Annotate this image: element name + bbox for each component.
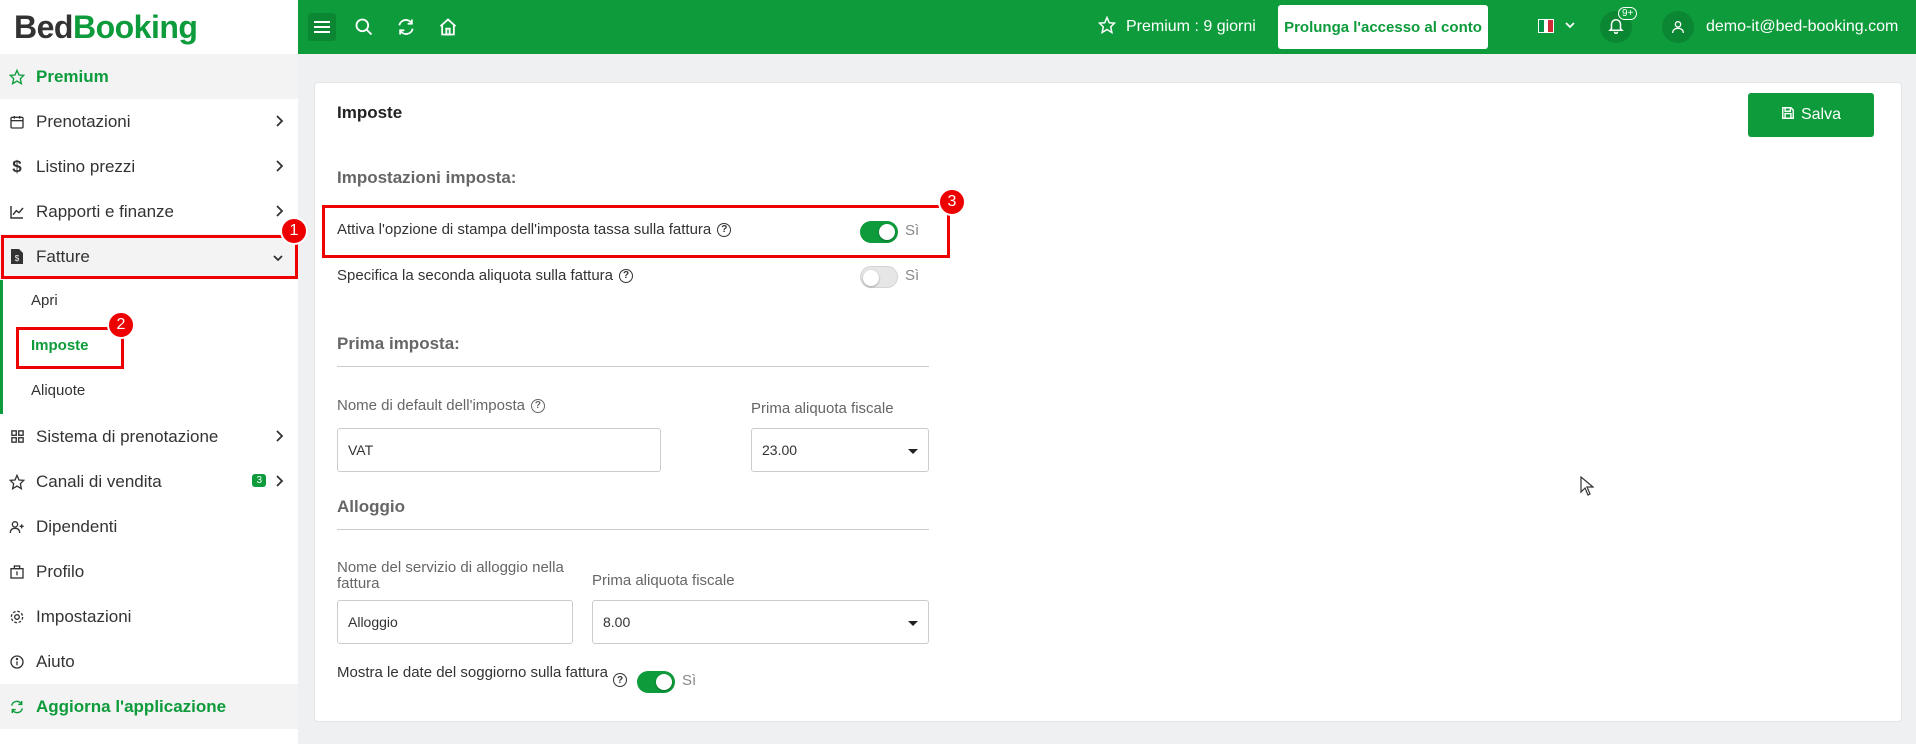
building-icon	[8, 563, 26, 581]
show-dates-label: Mostra le date del soggiorno sulla fattu…	[337, 664, 608, 681]
sidebar-item-label: Impostazioni	[36, 606, 132, 626]
submenu-item-apri[interactable]: Apri	[31, 292, 58, 309]
sidebar-item-profilo[interactable]: Profilo	[0, 549, 298, 594]
app-logo[interactable]: Bed Booking	[0, 0, 298, 54]
chevron-right-icon	[274, 113, 284, 133]
premium-days-text: Premium : 9 giorni	[1126, 18, 1256, 35]
user-plus-icon	[8, 518, 26, 536]
annotation-badge-1: 1	[280, 217, 308, 245]
second-rate-toggle-text: Sì	[905, 267, 920, 284]
sidebar-item-label: Sistema di prenotazione	[36, 426, 219, 446]
sidebar: Bed Booking Premium Prenotazioni $ Listin…	[0, 0, 298, 744]
sidebar-item-label: Rapporti e finanze	[36, 201, 174, 221]
sidebar-item-label: Canali di vendita	[36, 471, 162, 491]
sidebar-item-label: Dipendenti	[36, 516, 118, 536]
refresh-icon	[8, 698, 26, 716]
default-tax-name-label-text: Nome di default dell'imposta	[337, 397, 525, 414]
mouse-cursor-icon	[1580, 475, 1595, 501]
sidebar-item-impostazioni[interactable]: Impostazioni	[0, 594, 298, 639]
notification-count-badge: 9+	[1618, 7, 1638, 20]
user-email: demo-it@bed-booking.com	[1706, 18, 1899, 35]
language-selector[interactable]	[1538, 17, 1576, 35]
chart-icon	[8, 203, 26, 221]
sidebar-item-label: Listino prezzi	[36, 156, 136, 176]
chevron-down-icon	[1564, 17, 1576, 35]
sidebar-item-aiuto[interactable]: Aiuto	[0, 639, 298, 684]
sidebar-item-dipendenti[interactable]: Dipendenti	[0, 504, 298, 549]
chevron-right-icon	[274, 428, 284, 448]
dollar-icon: $	[12, 156, 22, 176]
grid-icon	[8, 428, 26, 446]
notifications-button[interactable]: 9+	[1600, 7, 1638, 43]
chevron-right-icon	[274, 473, 284, 493]
sidebar-item-label: Profilo	[36, 561, 85, 581]
annotation-badge-3: 3	[938, 188, 966, 216]
submenu-item-aliquote[interactable]: Aliquote	[31, 382, 85, 399]
sidebar-item-aggiorna[interactable]: Aggiorna l'applicazione	[0, 684, 298, 729]
accommodation-service-label: Nome del servizio di alloggio nella fatt…	[337, 559, 564, 592]
annotation-box-1	[1, 235, 298, 279]
help-icon[interactable]: ?	[530, 398, 545, 413]
save-button[interactable]: Salva	[1748, 93, 1874, 137]
sidebar-item-premium[interactable]: Premium	[0, 54, 298, 99]
accommodation-rate-select[interactable]: 8.00	[592, 600, 929, 644]
help-icon[interactable]: ?	[619, 268, 634, 283]
sidebar-item-label: Premium	[36, 66, 109, 86]
annotation-box-2	[16, 327, 124, 369]
calendar-icon	[8, 113, 26, 131]
tax-settings-heading: Impostazioni imposta:	[337, 168, 517, 187]
menu-icon[interactable]	[308, 13, 336, 41]
accommodation-rate-label: Prima aliquota fiscale	[592, 572, 735, 589]
divider	[337, 529, 929, 530]
gear-icon	[8, 608, 26, 626]
user-icon	[1662, 11, 1694, 43]
top-bar: Premium : 9 giorni Prolunga l'accesso al…	[298, 0, 1916, 54]
refresh-icon[interactable]	[392, 13, 420, 41]
logo-text-booking: Booking	[72, 8, 198, 45]
second-rate-label-text: Specifica la seconda aliquota sulla fatt…	[337, 267, 614, 284]
show-dates-toggle[interactable]	[637, 671, 675, 693]
channels-count-badge: 3	[252, 474, 266, 487]
default-tax-name-label: Nome di default dell'imposta ?	[337, 397, 545, 414]
star-outline-icon	[1097, 15, 1117, 39]
default-tax-name-input[interactable]: VAT	[337, 428, 661, 472]
extend-account-button[interactable]: Prolunga l'accesso al conto	[1278, 5, 1488, 49]
first-rate-label: Prima aliquota fiscale	[751, 400, 894, 417]
sidebar-item-label: Aiuto	[36, 651, 75, 671]
taxes-card: Imposte Salva Impostazioni imposta: Atti…	[314, 82, 1902, 722]
divider	[337, 366, 929, 367]
search-icon[interactable]	[350, 13, 378, 41]
info-icon	[8, 653, 26, 671]
annotation-badge-2: 2	[107, 311, 135, 339]
star-outline-icon	[8, 473, 26, 491]
sidebar-item-canali-vendita[interactable]: Canali di vendita 3	[0, 459, 298, 504]
sidebar-item-listino-prezzi[interactable]: $ Listino prezzi	[0, 144, 298, 189]
accommodation-heading: Alloggio	[337, 497, 405, 516]
first-tax-heading: Prima imposta:	[337, 334, 460, 353]
page-title: Imposte	[337, 103, 403, 122]
sidebar-item-label: Aggiorna l'applicazione	[36, 696, 227, 716]
italy-flag-icon	[1538, 19, 1554, 33]
user-menu[interactable]: demo-it@bed-booking.com	[1662, 11, 1898, 43]
show-dates-toggle-text: Sì	[682, 672, 697, 689]
annotation-box-3	[322, 205, 950, 258]
help-icon[interactable]: ?	[613, 673, 627, 687]
premium-status: Premium : 9 giorni	[1097, 0, 1256, 54]
sidebar-item-prenotazioni[interactable]: Prenotazioni	[0, 99, 298, 144]
sidebar-item-sistema-prenotazione[interactable]: Sistema di prenotazione	[0, 414, 298, 459]
second-rate-label: Specifica la seconda aliquota sulla fatt…	[337, 267, 634, 284]
logo-text-bed: Bed	[14, 8, 73, 45]
sidebar-item-label: Prenotazioni	[36, 111, 131, 131]
floppy-disk-icon	[1781, 106, 1795, 125]
star-icon	[8, 68, 26, 86]
second-rate-toggle[interactable]	[860, 266, 898, 288]
home-icon[interactable]	[434, 13, 462, 41]
first-rate-select[interactable]: 23.00	[751, 428, 929, 472]
save-button-label: Salva	[1800, 106, 1842, 123]
chevron-right-icon	[274, 158, 284, 178]
chevron-right-icon	[274, 203, 284, 223]
sidebar-item-rapporti[interactable]: Rapporti e finanze	[0, 189, 298, 234]
accommodation-service-input[interactable]: Alloggio	[337, 600, 573, 644]
